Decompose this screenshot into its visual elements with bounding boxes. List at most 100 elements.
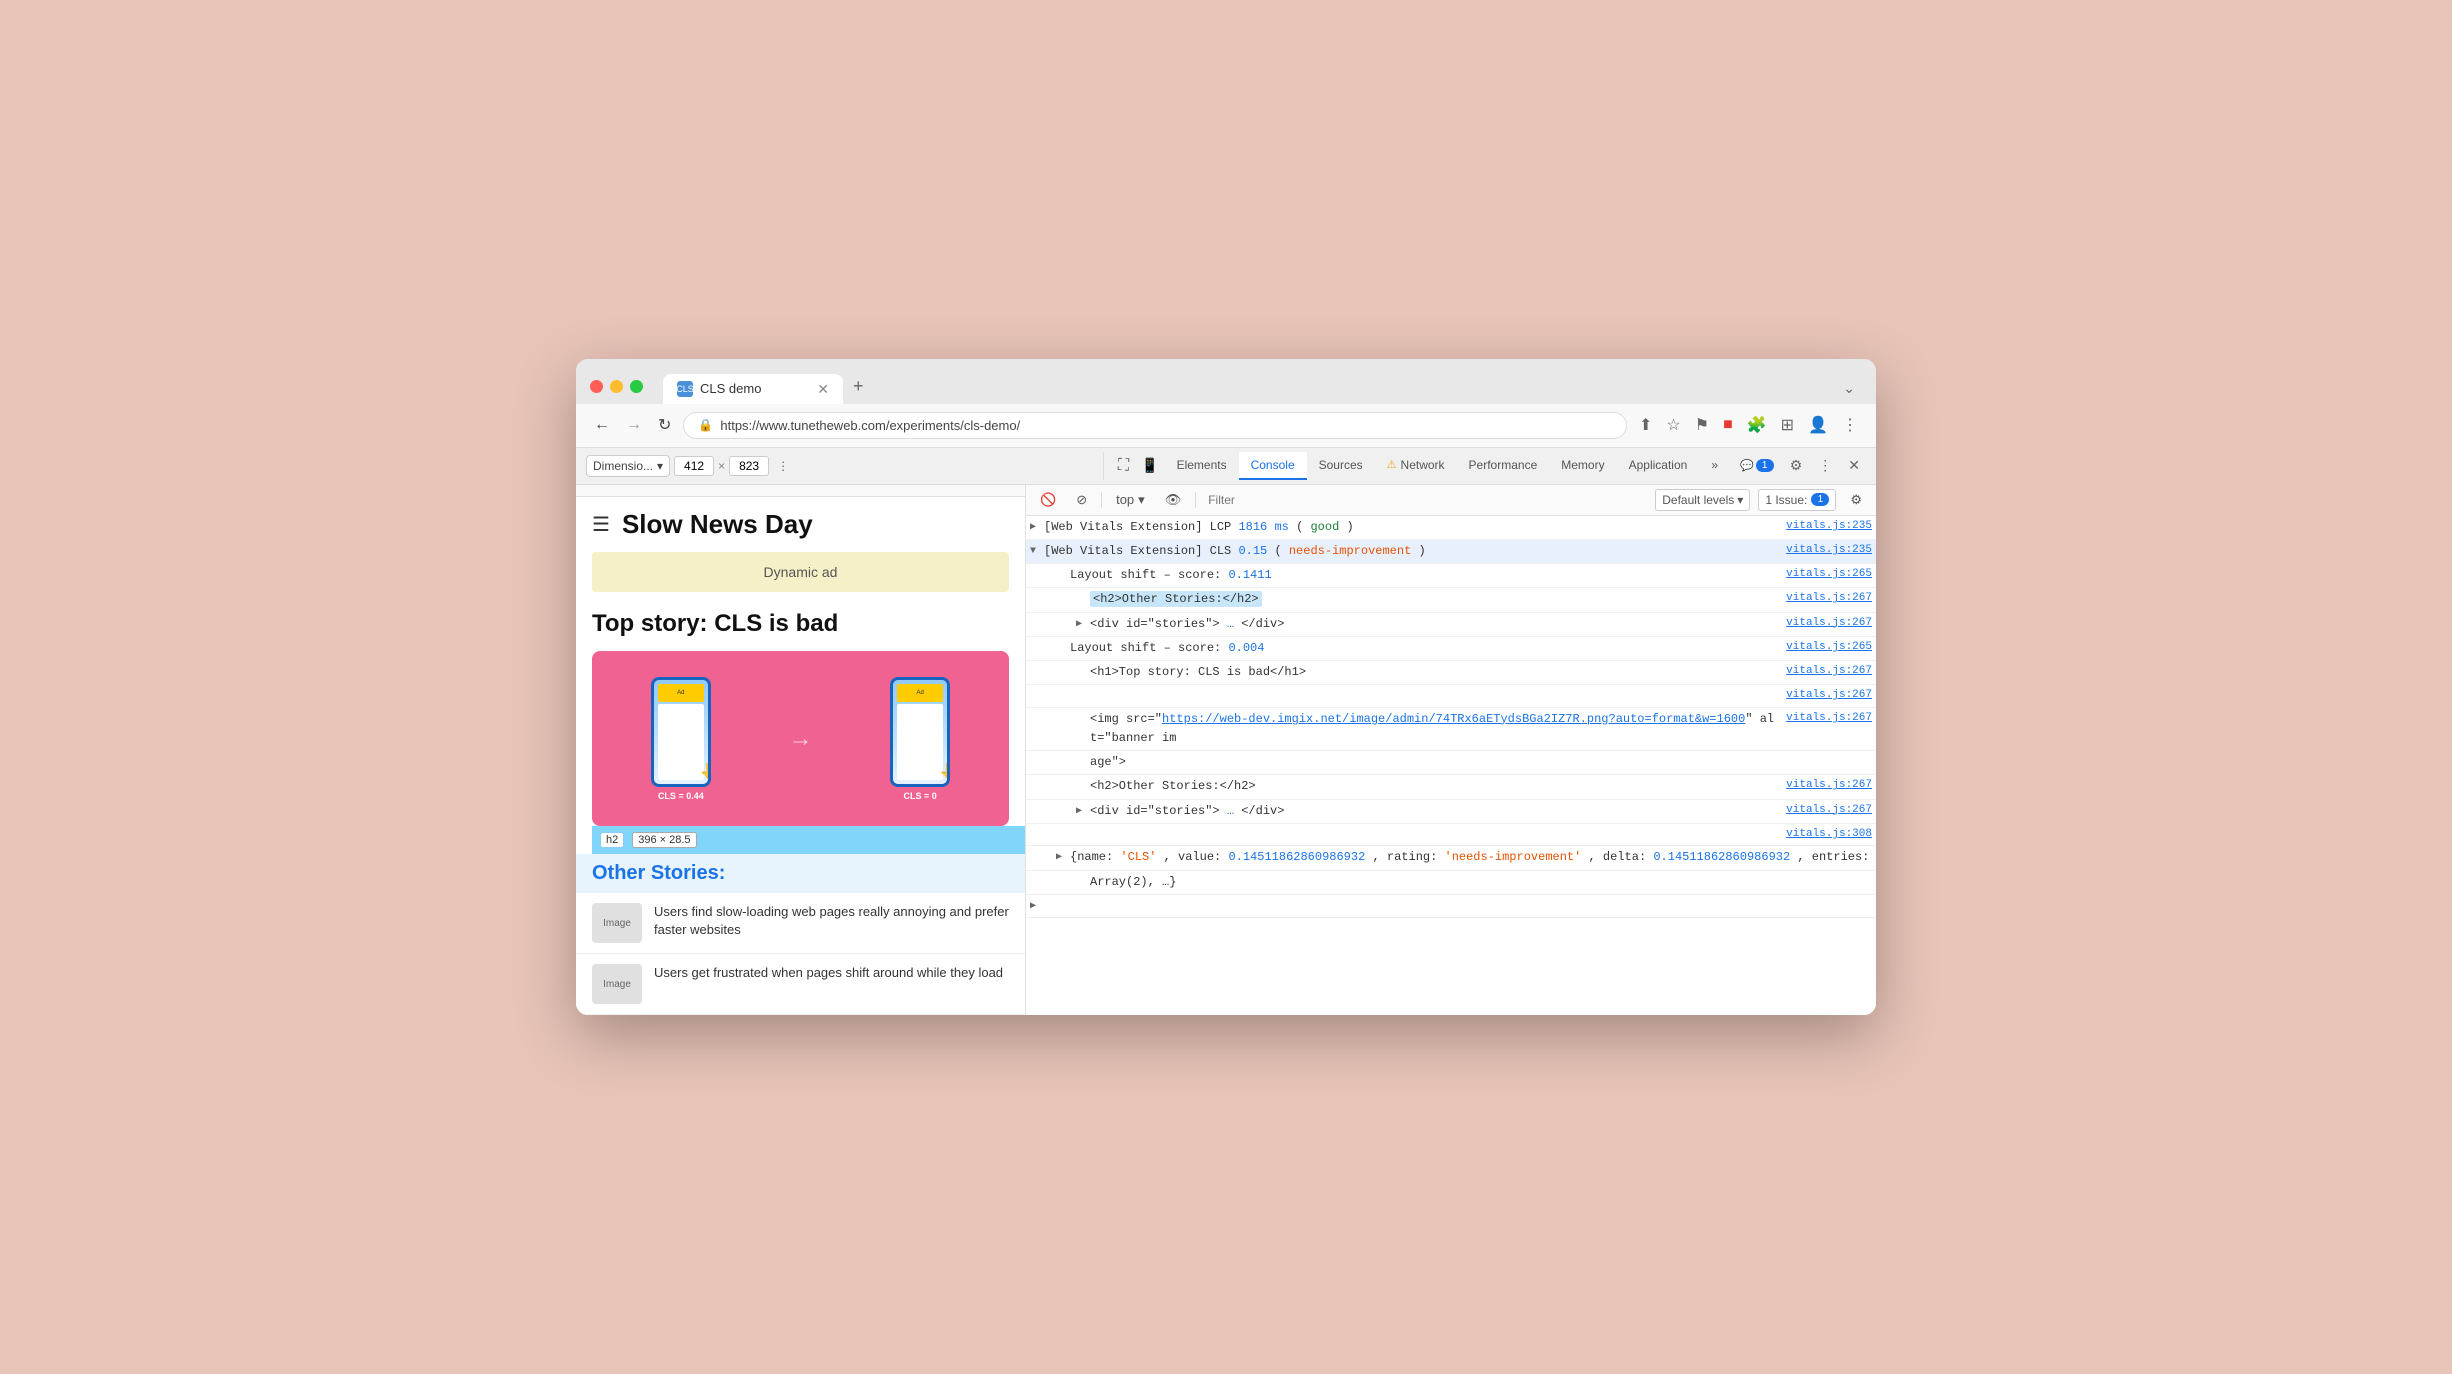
hamburger-menu-icon[interactable]: ☰ bbox=[592, 512, 610, 537]
img-url-link[interactable]: https://web-dev.imgix.net/image/admin/74… bbox=[1162, 712, 1745, 726]
new-tab-button[interactable]: + bbox=[843, 369, 874, 404]
tabs-bar: CLS CLS demo ✕ + ⌄ bbox=[663, 369, 1862, 404]
h1-source-link[interactable]: vitals.js:267 bbox=[1778, 663, 1872, 681]
maximize-window-button[interactable] bbox=[630, 380, 643, 393]
ls1-expand-icon bbox=[1056, 566, 1070, 568]
devtools-settings-icon[interactable]: ⚙ bbox=[1784, 453, 1809, 478]
issues-badge-button[interactable]: 💬 1 bbox=[1734, 455, 1780, 476]
device-dropdown[interactable]: Dimensio... ▾ bbox=[586, 455, 670, 477]
news-thumbnail-2: Image bbox=[592, 964, 642, 1004]
dynamic-ad-banner: Dynamic ad bbox=[592, 552, 1009, 592]
cls-good-label: CLS = 0 bbox=[904, 791, 937, 801]
eye-filter-button[interactable]: 👁 bbox=[1159, 489, 1188, 511]
browser-more-button[interactable]: ⋮ bbox=[1838, 413, 1862, 437]
img-continued-message: age"> bbox=[1090, 753, 1872, 772]
minimize-window-button[interactable] bbox=[610, 380, 623, 393]
traffic-lights bbox=[590, 380, 643, 393]
bookmark-button[interactable]: ☆ bbox=[1662, 413, 1684, 437]
tab-elements[interactable]: Elements bbox=[1165, 452, 1239, 480]
div2-expand-icon[interactable]: ▶ bbox=[1076, 802, 1090, 820]
div1-source-link[interactable]: vitals.js:267 bbox=[1778, 615, 1872, 633]
empty-source-link-308[interactable]: vitals.js:308 bbox=[1778, 826, 1872, 844]
element-highlight-bar: h2 396 × 28.5 bbox=[592, 826, 1025, 854]
width-input[interactable] bbox=[674, 456, 714, 476]
console-settings-button[interactable]: ⚙ bbox=[1844, 489, 1868, 511]
h2-source-link[interactable]: vitals.js:267 bbox=[1778, 590, 1872, 608]
active-tab[interactable]: CLS CLS demo ✕ bbox=[663, 374, 843, 404]
issues-button[interactable]: 1 Issue: 1 bbox=[1758, 489, 1836, 511]
issues-count-badge: 1 bbox=[1756, 459, 1774, 472]
finger-icon-bad: 👆 bbox=[700, 762, 711, 782]
lcp-expand-icon[interactable]: ▶ bbox=[1030, 518, 1044, 536]
site-title: Slow News Day bbox=[622, 509, 813, 540]
record-button[interactable]: ■ bbox=[1719, 414, 1737, 436]
stop-button[interactable]: ⊘ bbox=[1070, 489, 1093, 511]
good-cls-phone: Ad 👆 ✓ bbox=[890, 677, 950, 787]
h1-expand-icon bbox=[1076, 663, 1090, 665]
context-label: top bbox=[1116, 492, 1134, 507]
responsive-more-button[interactable]: ⋮ bbox=[777, 459, 789, 473]
empty-source-link-267[interactable]: vitals.js:267 bbox=[1778, 687, 1872, 705]
h2-2-source-link[interactable]: vitals.js:267 bbox=[1778, 777, 1872, 795]
context-selector[interactable]: top ▾ bbox=[1110, 489, 1151, 511]
close-window-button[interactable] bbox=[590, 380, 603, 393]
devtools-more-icon[interactable]: ⋮ bbox=[1812, 453, 1838, 478]
sidebar-button[interactable]: ⊞ bbox=[1777, 413, 1798, 437]
lcp-source-link[interactable]: vitals.js:235 bbox=[1778, 518, 1872, 536]
bottom-expand-entry: ▶ bbox=[1026, 895, 1876, 918]
tab-memory[interactable]: Memory bbox=[1549, 452, 1616, 480]
extensions-button[interactable]: 🧩 bbox=[1743, 413, 1771, 437]
div1-message: <div id="stories"> … </div> bbox=[1090, 615, 1778, 634]
levels-arrow-icon: ▾ bbox=[1737, 493, 1743, 507]
tab-performance[interactable]: Performance bbox=[1457, 452, 1550, 480]
cls-obj-expand-icon[interactable]: ▶ bbox=[1056, 848, 1070, 866]
flag-button[interactable]: ⚑ bbox=[1691, 413, 1713, 437]
ls2-source-link[interactable]: vitals.js:265 bbox=[1778, 639, 1872, 657]
devtools-close-icon[interactable]: ✕ bbox=[1842, 453, 1866, 478]
console-output: ▶ [Web Vitals Extension] LCP 1816 ms ( g… bbox=[1026, 516, 1876, 1015]
forward-button[interactable]: → bbox=[622, 414, 646, 436]
x-icon-bad: ✕ bbox=[706, 684, 711, 701]
div1-expand-icon[interactable]: ▶ bbox=[1076, 615, 1090, 633]
profile-button[interactable]: 👤 bbox=[1804, 413, 1832, 437]
ls1-source-link[interactable]: vitals.js:265 bbox=[1778, 566, 1872, 584]
h1-message: <h1>Top story: CLS is bad</h1> bbox=[1090, 663, 1778, 682]
log-levels-dropdown[interactable]: Default levels ▾ bbox=[1655, 489, 1750, 511]
context-arrow-icon: ▾ bbox=[1138, 492, 1145, 508]
empty-row-308: vitals.js:308 bbox=[1026, 824, 1876, 847]
check-icon-good: ✓ bbox=[945, 684, 950, 701]
inspect-element-icon[interactable]: ⛶ bbox=[1112, 453, 1135, 479]
phone-content-good bbox=[897, 704, 943, 780]
tab-sources[interactable]: Sources bbox=[1307, 452, 1375, 480]
div2-message: <div id="stories"> … </div> bbox=[1090, 802, 1778, 821]
div2-source-link[interactable]: vitals.js:267 bbox=[1778, 802, 1872, 820]
address-bar[interactable]: 🔒 https://www.tunetheweb.com/experiments… bbox=[683, 412, 1627, 439]
cls-expand-icon[interactable]: ▼ bbox=[1030, 542, 1044, 560]
issues-count: 1 bbox=[1811, 493, 1829, 506]
height-input[interactable] bbox=[729, 456, 769, 476]
bad-cls-demo: Ad 👆 ✕ CLS = 0.44 bbox=[651, 677, 711, 801]
filter-input[interactable] bbox=[1204, 491, 1647, 509]
back-button[interactable]: ← bbox=[590, 414, 614, 436]
browser-window: CLS CLS demo ✕ + ⌄ ← → ↻ 🔒 https://www.t… bbox=[576, 359, 1876, 1015]
tab-network[interactable]: ⚠ Network bbox=[1375, 452, 1457, 480]
h2-other-stories-entry: <h2>Other Stories:</h2> vitals.js:267 bbox=[1026, 588, 1876, 612]
h2-expand-icon bbox=[1076, 590, 1090, 592]
cls-source-link[interactable]: vitals.js:235 bbox=[1778, 542, 1872, 560]
tab-overflow-button[interactable]: ⌄ bbox=[1836, 373, 1862, 404]
tab-close-button[interactable]: ✕ bbox=[817, 382, 829, 396]
clear-console-button[interactable]: 🚫 bbox=[1034, 489, 1062, 511]
device-label: Dimensio... bbox=[593, 459, 653, 473]
ls1-message: Layout shift – score: 0.1411 bbox=[1070, 566, 1778, 585]
devtools-panel: 🚫 ⊘ top ▾ 👁 Default levels ▾ 1 Issue: 1 bbox=[1026, 485, 1876, 1015]
tab-more[interactable]: » bbox=[1699, 452, 1730, 480]
tab-application[interactable]: Application bbox=[1617, 452, 1700, 480]
img-source-link[interactable]: vitals.js:267 bbox=[1778, 710, 1872, 728]
device-toggle-icon[interactable]: 📱 bbox=[1135, 453, 1164, 478]
bottom-expand-icon[interactable]: ▶ bbox=[1030, 897, 1044, 915]
share-button[interactable]: ⬆ bbox=[1635, 413, 1656, 437]
div-stories-1-entry: ▶ <div id="stories"> … </div> vitals.js:… bbox=[1026, 613, 1876, 637]
tab-console[interactable]: Console bbox=[1239, 452, 1307, 480]
tab-title: CLS demo bbox=[700, 381, 761, 396]
refresh-button[interactable]: ↻ bbox=[654, 413, 675, 437]
